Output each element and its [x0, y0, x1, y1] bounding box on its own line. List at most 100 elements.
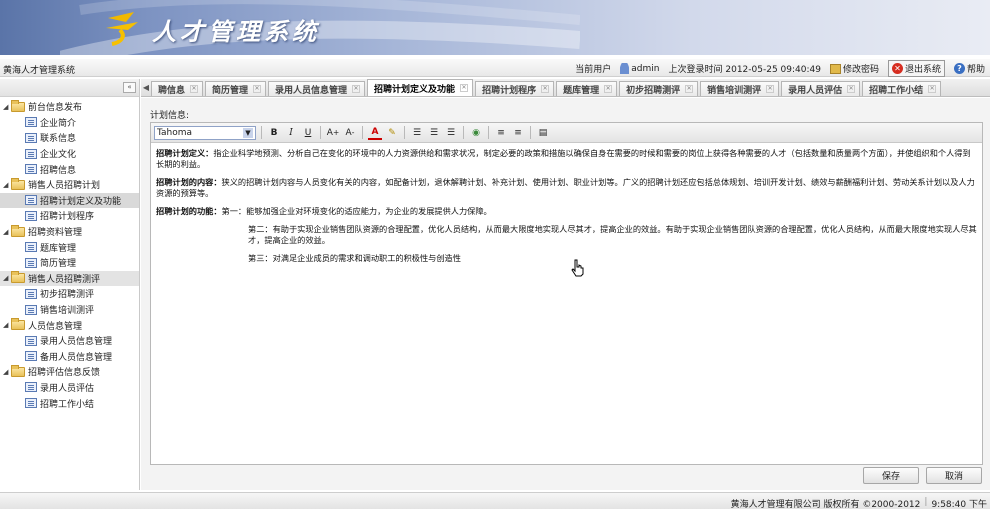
expand-arrow-icon: ◢	[3, 102, 9, 111]
font-color-button[interactable]: A	[368, 126, 382, 140]
align-center-icon[interactable]: ☰	[427, 126, 441, 140]
expand-arrow-icon: ◢	[3, 321, 9, 330]
editor-content[interactable]: 招聘计划定义：指企业科学地预测、分析自己在变化的环境中的人力资源供给和需求状况，…	[151, 143, 982, 276]
tab-recruit-info[interactable]: 聘信息 ✕	[151, 81, 204, 96]
tree-item-plan-definition[interactable]: 招聘计划定义及功能	[0, 192, 139, 209]
paragraph-definition: 招聘计划定义：指企业科学地预测、分析自己在变化的环境中的人力资源供给和需求状况，…	[156, 148, 977, 170]
tab-plan-procedure[interactable]: 招聘计划程序 ✕	[475, 81, 555, 96]
password-icon	[829, 63, 841, 74]
close-icon[interactable]: ✕	[766, 85, 775, 93]
close-icon[interactable]: ✕	[847, 85, 856, 93]
tree-item-contact-info[interactable]: 联系信息	[0, 130, 139, 146]
tab-scroll-left-button[interactable]: ◀	[141, 83, 151, 92]
collapse-sidebar-button[interactable]: «	[123, 82, 136, 93]
help-button[interactable]: ? 帮助	[951, 61, 988, 76]
page-icon	[25, 210, 37, 221]
unordered-list-icon[interactable]: ≡	[511, 126, 525, 140]
close-icon[interactable]: ✕	[460, 84, 469, 92]
system-name: 黄海人才管理系统	[3, 66, 76, 76]
font-family-select[interactable]: Tahoma ▼	[154, 125, 256, 140]
align-right-icon[interactable]: ☰	[444, 126, 458, 140]
tab-hired-personnel[interactable]: 录用人员信息管理 ✕	[268, 81, 366, 96]
tree-item-company-culture[interactable]: 企业文化	[0, 146, 139, 162]
tab-bar: ◀ 聘信息 ✕ 简历管理 ✕ 录用人员信息管理 ✕ 招聘计划定义及功能 ✕ 招聘计划程序…	[141, 79, 990, 97]
tree-group-recruit-materials[interactable]: ◢ 招聘资料管理	[0, 224, 139, 240]
tree-item-training-assessment[interactable]: 销售培训测评	[0, 302, 139, 318]
exit-button[interactable]: ✕ 退出系统	[887, 60, 945, 77]
rich-text-editor[interactable]: Tahoma ▼ B I U A+ A- A ✎ ☰ ☰ ☰ ◉ ≡ ≡ ▤	[150, 122, 983, 465]
close-icon[interactable]: ✕	[352, 85, 361, 93]
status-bar: 黄海人才管理有限公司 版权所有 ©2000-2012 | 9:58:40 下午	[0, 492, 990, 509]
tree-item-hired-personnel[interactable]: 录用人员信息管理	[0, 333, 139, 349]
definition-text: 指企业科学地预测、分析自己在变化的环境中的人力资源供给和需求状况，制定必要的政策…	[156, 148, 971, 169]
close-icon[interactable]: ✕	[253, 85, 262, 93]
tab-question-bank[interactable]: 题库管理 ✕	[556, 81, 618, 96]
tree-group-recruit-assessment[interactable]: ◢ 销售人员招聘测评	[0, 270, 139, 287]
italic-button[interactable]: I	[284, 126, 298, 140]
tree-item-work-summary[interactable]: 招聘工作小结	[0, 395, 139, 411]
tree-item-label: 企业简介	[40, 118, 77, 129]
close-icon[interactable]: ✕	[541, 85, 550, 93]
close-icon[interactable]: ✕	[685, 85, 694, 93]
tree-item-label: 联系信息	[40, 134, 77, 145]
tree-group-label: 招聘资料管理	[28, 228, 83, 239]
last-login: 上次登录时间 2012-05-25 09:40:49	[668, 65, 821, 75]
tab-plan-definition[interactable]: 招聘计划定义及功能 ✕	[367, 79, 474, 96]
page-icon	[25, 398, 37, 409]
function-text: 第一：能够加强企业对环境变化的适应能力，为企业的发展提供人力保障。	[221, 206, 492, 216]
underline-button[interactable]: U	[301, 126, 315, 140]
tree-item-label: 录用人员评估	[40, 383, 95, 394]
close-icon[interactable]: ✕	[928, 85, 937, 93]
editor-toolbar: Tahoma ▼ B I U A + A- A ✎ ☰ ☰ ☰ ◉ ≡ ≡ ▤	[151, 123, 982, 143]
bold-button[interactable]: B	[267, 126, 281, 140]
tree-item-question-bank[interactable]: 题库管理	[0, 239, 139, 255]
page-icon	[25, 304, 37, 315]
current-user-label: 当前用户	[575, 65, 612, 75]
change-password-button[interactable]: 修改密码	[827, 61, 882, 76]
tab-training-assessment[interactable]: 销售培训测评 ✕	[700, 81, 780, 96]
tree-item-initial-assessment[interactable]: 初步招聘测评	[0, 286, 139, 302]
tab-work-summary[interactable]: 招聘工作小结 ✕	[862, 81, 942, 96]
increase-font-button[interactable]: A +	[326, 126, 340, 140]
source-edit-icon[interactable]: ▤	[536, 126, 550, 140]
tree-item-hire-evaluation[interactable]: 录用人员评估	[0, 380, 139, 396]
plan-info-label: 计划信息:	[150, 111, 190, 121]
tab-hire-evaluation[interactable]: 录用人员评估 ✕	[781, 81, 861, 96]
user-icon	[620, 63, 630, 74]
logo-icon	[106, 12, 138, 46]
cancel-button[interactable]: 取消	[926, 467, 982, 484]
tree-item-reserve-personnel[interactable]: 备用人员信息管理	[0, 349, 139, 365]
highlight-color-button[interactable]: ✎	[385, 126, 399, 140]
align-left-icon[interactable]: ☰	[410, 126, 424, 140]
tree-item-label: 招聘计划定义及功能	[40, 196, 122, 207]
tab-initial-assessment[interactable]: 初步招聘测评 ✕	[619, 81, 699, 96]
close-icon[interactable]: ✕	[604, 85, 613, 93]
exit-icon: ✕	[891, 63, 903, 74]
save-button[interactable]: 保存	[863, 467, 919, 484]
tree-group-personnel-info[interactable]: ◢ 人员信息管理	[0, 317, 139, 333]
expand-arrow-icon: ◢	[3, 227, 9, 236]
tree-group-frontend-info[interactable]: ◢ 前台信息发布	[0, 99, 139, 115]
copyright-text: 黄海人才管理有限公司 版权所有 ©2000-2012	[730, 500, 921, 509]
tree-group-recruit-plan[interactable]: ◢ 销售人员招聘计划	[0, 177, 139, 193]
ordered-list-icon[interactable]: ≡	[494, 126, 508, 140]
close-icon[interactable]: ✕	[190, 85, 199, 93]
tab-label: 招聘计划程序	[482, 85, 537, 96]
tree-item-plan-procedure[interactable]: 招聘计划程序	[0, 208, 139, 224]
tab-resume-management[interactable]: 简历管理 ✕	[205, 81, 267, 96]
tree-item-resume-management[interactable]: 简历管理	[0, 255, 139, 271]
tree-item-recruit-info[interactable]: 招聘信息	[0, 161, 139, 177]
toolbar-divider	[261, 126, 262, 139]
insert-link-icon[interactable]: ◉	[469, 126, 483, 140]
page-icon	[25, 351, 37, 362]
toolbar-divider	[530, 126, 531, 139]
tree-group-evaluation-feedback[interactable]: ◢ 招聘评估信息反馈	[0, 364, 139, 380]
nav-tree: ◢ 前台信息发布 企业简介 联系信息 企业文化 招聘信息 ◢ 销售人员招聘计划 招聘…	[0, 97, 139, 411]
page-icon	[25, 382, 37, 393]
paragraph-third: 第三：对满足企业成员的需求和调动职工的积极性与创造性	[248, 253, 461, 263]
decrease-font-button[interactable]: A-	[343, 126, 357, 140]
tree-item-company-intro[interactable]: 企业简介	[0, 115, 139, 131]
tree-item-label: 销售培训测评	[40, 306, 95, 317]
folder-icon	[11, 364, 25, 377]
page-icon	[25, 335, 37, 346]
